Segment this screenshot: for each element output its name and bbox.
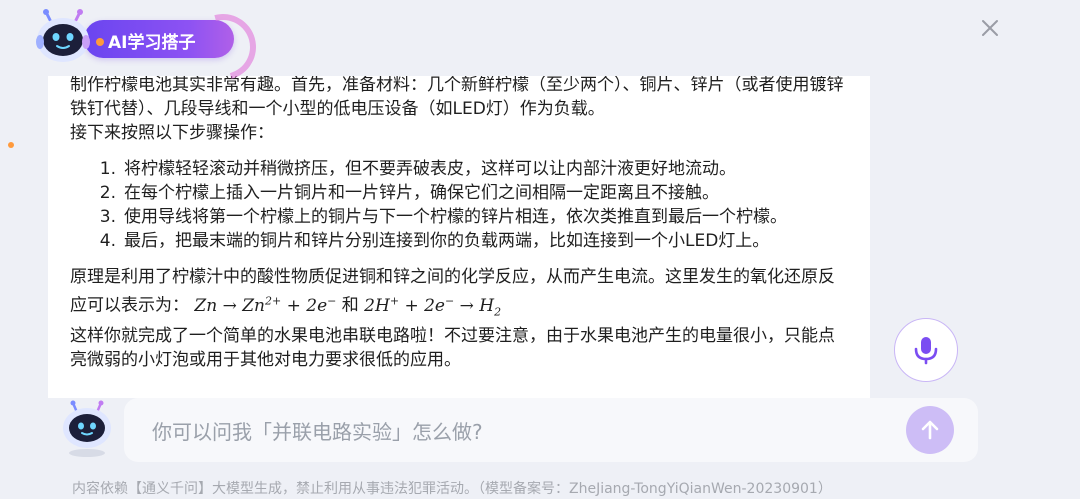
- microphone-icon: [914, 337, 938, 365]
- step-number: 2.: [99, 183, 116, 203]
- conclusion-paragraph: 这样你就完成了一个简单的水果电池串联电路啦！不过要注意，由于水果电池产生的电量很…: [70, 326, 835, 371]
- step-number: 3.: [99, 207, 116, 227]
- robot-mascot-icon: [36, 9, 90, 62]
- formula-conjunction: 和: [341, 295, 359, 316]
- input-placeholder: 你可以问我「并联电路实验」怎么做?: [152, 420, 483, 444]
- step-text: 将柠檬轻轻滚动并稍微挤压，但不要弄破表皮，这样可以让内部汁液更好地流动。: [124, 159, 736, 179]
- question-input[interactable]: 你可以问我「并联电路实验」怎么做?: [124, 398, 978, 462]
- answer-panel: 制作柠檬电池其实非常有趣。首先，准备材料：几个新鲜柠檬（至少两个）、铜片、锌片（…: [48, 76, 870, 398]
- step-text: 使用导线将第一个柠檬上的铜片与下一个柠檬的锌片相连，依次类推直到最后一个柠檬。: [124, 207, 787, 227]
- arrow-up-icon: [921, 420, 939, 440]
- list-item: 1. 将柠檬轻轻滚动并稍微挤压，但不要弄破表皮，这样可以让内部汁液更好地流动。: [70, 157, 848, 181]
- intro-paragraph: 制作柠檬电池其实非常有趣。首先，准备材料：几个新鲜柠檬（至少两个）、铜片、锌片（…: [70, 76, 844, 119]
- close-button[interactable]: [978, 16, 1002, 40]
- voice-input-button[interactable]: [894, 318, 958, 382]
- decorative-dot: [96, 38, 104, 46]
- steps-intro: 接下来按照以下步骤操作：: [70, 123, 274, 143]
- list-item: 4. 最后，把最末端的铜片和锌片分别连接到你的负载两端，比如连接到一个小LED灯…: [70, 229, 848, 253]
- redox-formula-zinc: Zn → Zn2+ + 2e−: [194, 294, 337, 316]
- app-title: AI学习搭子: [108, 33, 196, 53]
- principle-paragraph: 原理是利用了柠檬汁中的酸性物质促进铜和锌之间的化学反应，从而产生电流。这里发生的…: [70, 265, 848, 324]
- step-number: 4.: [99, 231, 116, 251]
- list-item: 3. 使用导线将第一个柠檬上的铜片与下一个柠檬的锌片相连，依次类推直到最后一个柠…: [70, 205, 848, 229]
- step-number: 1.: [99, 159, 116, 179]
- step-text: 在每个柠檬上插入一片铜片和一片锌片，确保它们之间相隔一定距离且不接触。: [124, 183, 719, 203]
- steps-list: 1. 将柠檬轻轻滚动并稍微挤压，但不要弄破表皮，这样可以让内部汁液更好地流动。 …: [70, 157, 848, 253]
- decorative-dot: [8, 142, 14, 148]
- redox-formula-hydrogen: 2H+ + 2e− → H2: [364, 294, 502, 319]
- robot-avatar-icon: [63, 400, 111, 457]
- disclaimer-text: 内容依赖【通义千问】大模型生成，禁止利用从事违法犯罪活动。（模型备案号：ZheJ…: [72, 481, 832, 497]
- send-button[interactable]: [906, 406, 954, 454]
- list-item: 2. 在每个柠檬上插入一片铜片和一片锌片，确保它们之间相隔一定距离且不接触。: [70, 181, 848, 205]
- close-icon: [982, 20, 998, 36]
- step-text: 最后，把最末端的铜片和锌片分别连接到你的负载两端，比如连接到一个小LED灯上。: [124, 231, 770, 251]
